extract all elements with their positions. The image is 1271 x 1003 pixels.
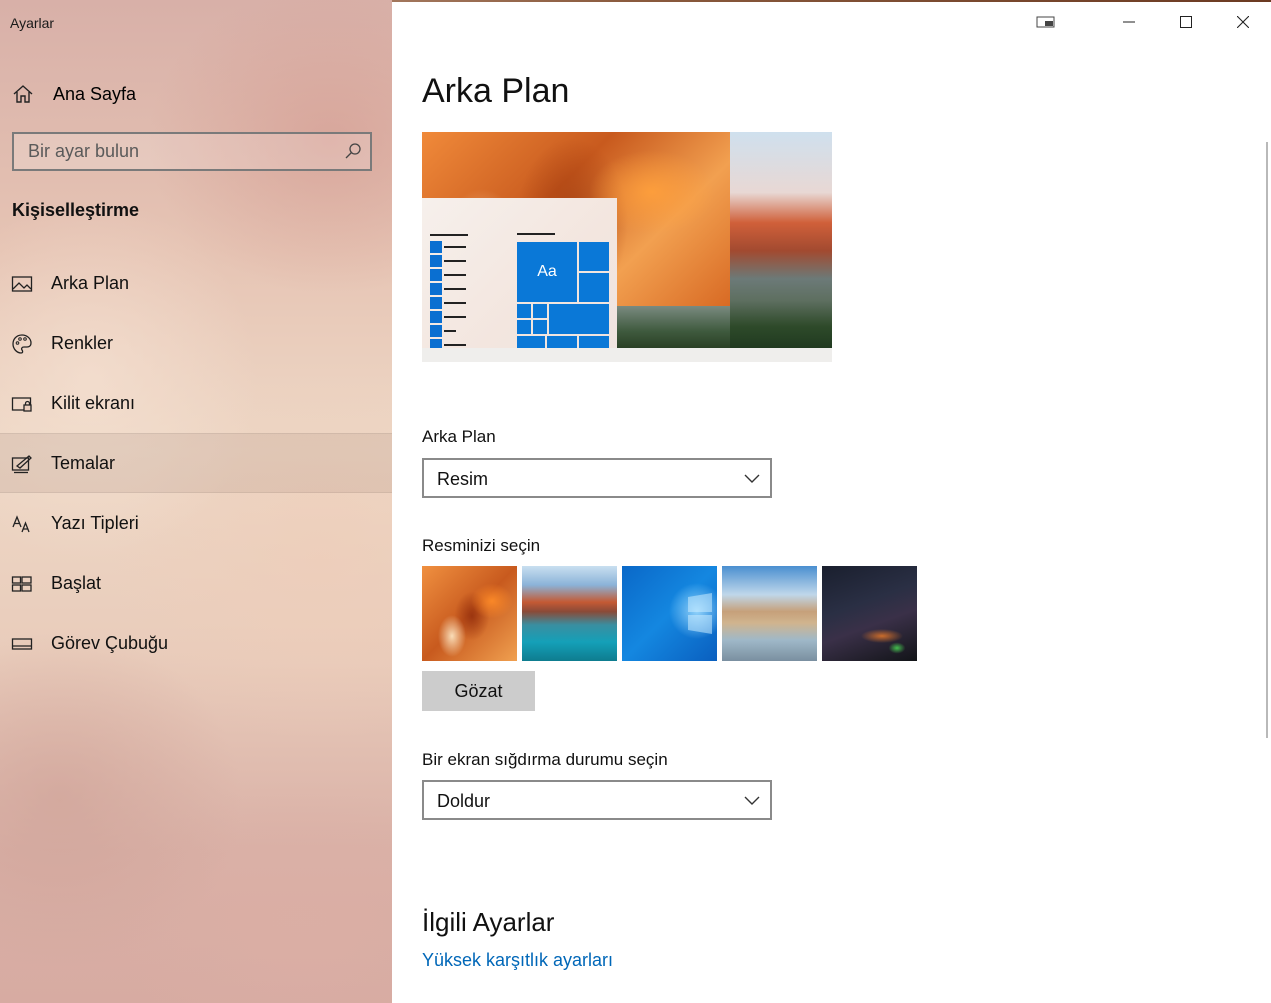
wallpaper-thumbnail-3[interactable] xyxy=(622,566,717,661)
preview-list-row xyxy=(430,325,468,337)
sidebar-item-label: Temalar xyxy=(51,453,116,473)
browse-button[interactable]: Gözat xyxy=(422,671,535,711)
background-type-value: Resim xyxy=(437,469,489,489)
close-icon xyxy=(1237,16,1249,28)
preview-list-row xyxy=(430,283,468,295)
preview-tile-aa: Aa xyxy=(517,242,577,302)
minimize-icon xyxy=(1123,21,1135,23)
sidebar-item-taskbar[interactable]: Görev Çubuğu xyxy=(0,614,392,674)
search-box[interactable] xyxy=(12,132,372,171)
sidebar-item-background[interactable]: Arka Plan xyxy=(0,254,392,314)
preview-forest xyxy=(617,306,730,348)
close-button[interactable] xyxy=(1215,0,1271,44)
preview-tile xyxy=(517,320,531,334)
background-type-dropdown[interactable]: Resim xyxy=(422,458,772,498)
sidebar: Ayarlar Ana Sayfa Kişiselleştirme Arka P… xyxy=(0,0,392,1003)
home-icon xyxy=(13,85,33,103)
preview-list-row xyxy=(430,297,468,309)
taskbar-icon xyxy=(11,638,33,650)
app-title: Ayarlar xyxy=(10,15,55,31)
wallpaper-thumbnail-5[interactable] xyxy=(822,566,917,661)
home-label: Ana Sayfa xyxy=(53,84,137,104)
sidebar-item-themes[interactable]: Temalar xyxy=(0,433,392,493)
home-nav-item[interactable]: Ana Sayfa xyxy=(0,72,392,116)
preview-tile xyxy=(517,336,545,348)
maximize-icon xyxy=(1180,16,1192,28)
sidebar-item-label: Başlat xyxy=(51,573,102,593)
preview-tile xyxy=(533,304,547,318)
minimize-button[interactable] xyxy=(1101,0,1157,44)
page-title: Arka Plan xyxy=(422,72,570,110)
preview-tile xyxy=(579,242,609,271)
preview-mountain xyxy=(730,132,832,348)
preview-header-line xyxy=(430,234,468,236)
wallpaper-thumbnail-4[interactable] xyxy=(722,566,817,661)
preview-list-row xyxy=(430,241,468,253)
background-label: Arka Plan xyxy=(422,427,496,446)
fit-label: Bir ekran sığdırma durumu seçin xyxy=(422,750,668,769)
compact-overlay-button[interactable] xyxy=(1018,0,1074,44)
preview-tile xyxy=(549,304,609,334)
sidebar-item-colors[interactable]: Renkler xyxy=(0,314,392,374)
sidebar-item-label: Görev Çubuğu xyxy=(51,633,169,653)
wallpaper-thumbnail-1[interactable] xyxy=(422,566,517,661)
themes-icon xyxy=(11,455,32,474)
choose-picture-label: Resminizi seçin xyxy=(422,536,541,555)
high-contrast-settings-link[interactable]: Yüksek karşıtlık ayarları xyxy=(422,950,613,971)
preview-list-row xyxy=(430,255,468,267)
lock-screen-icon xyxy=(11,397,32,412)
preview-tile xyxy=(533,320,547,334)
preview-tile xyxy=(579,336,609,348)
preview-list-row xyxy=(430,311,468,323)
sidebar-item-label: Kilit ekranı xyxy=(51,393,136,413)
preview-tile xyxy=(579,273,609,302)
sidebar-item-fonts[interactable]: Yazı Tipleri xyxy=(0,494,392,554)
sidebar-item-start[interactable]: Başlat xyxy=(0,554,392,614)
preview-tile-header-line xyxy=(517,233,555,235)
preview-tile xyxy=(547,336,577,348)
palette-icon xyxy=(12,334,32,354)
start-icon xyxy=(11,576,32,592)
preview-list-row xyxy=(430,269,468,281)
preview-start-menu: Aa xyxy=(422,198,617,351)
windows-logo-icon xyxy=(688,593,712,634)
fit-value: Doldur xyxy=(437,791,491,811)
fonts-icon xyxy=(12,515,30,533)
related-settings-title: İlgili Ayarlar xyxy=(422,907,555,937)
picture-icon xyxy=(11,276,33,292)
scrollbar[interactable] xyxy=(1266,142,1268,738)
preview-taskbar xyxy=(422,348,832,362)
sidebar-item-lock-screen[interactable]: Kilit ekranı xyxy=(0,374,392,434)
sidebar-item-label: Renkler xyxy=(51,333,114,353)
preview-tile xyxy=(517,304,531,318)
fit-dropdown[interactable]: Doldur xyxy=(422,780,772,820)
maximize-button[interactable] xyxy=(1158,0,1214,44)
sidebar-item-label: Arka Plan xyxy=(51,273,130,293)
picture-in-picture-icon xyxy=(1036,16,1055,28)
search-icon[interactable] xyxy=(344,142,362,160)
section-title: Kişiselleştirme xyxy=(12,200,140,220)
search-input[interactable] xyxy=(14,134,334,169)
sidebar-item-label: Yazı Tipleri xyxy=(51,513,139,533)
chevron-down-icon xyxy=(744,796,760,805)
background-preview: Aa xyxy=(422,132,832,362)
wallpaper-thumbnail-2[interactable] xyxy=(522,566,617,661)
chevron-down-icon xyxy=(744,474,760,483)
